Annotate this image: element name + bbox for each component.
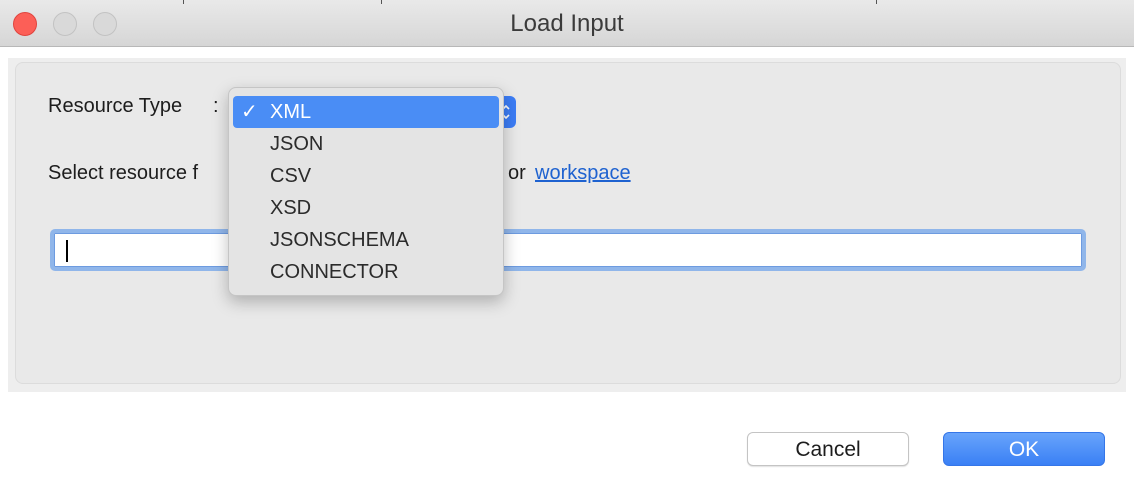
- resource-type-dropdown-menu: ✓ XML JSON CSV XSD JSONSCHEMA CONNECTOR: [228, 87, 504, 296]
- dropdown-item-xsd[interactable]: XSD: [233, 192, 499, 224]
- cancel-button[interactable]: Cancel: [747, 432, 909, 466]
- text-caret: [66, 240, 68, 262]
- dropdown-item-csv[interactable]: CSV: [233, 160, 499, 192]
- dropdown-item-xml[interactable]: ✓ XML: [233, 96, 499, 128]
- dropdown-item-connector[interactable]: CONNECTOR: [233, 256, 499, 288]
- dropdown-item-label: CONNECTOR: [270, 261, 399, 283]
- dropdown-item-label: JSONSCHEMA: [270, 229, 409, 251]
- dropdown-item-json[interactable]: JSON: [233, 128, 499, 160]
- resource-type-colon: :: [213, 95, 219, 117]
- dropdown-item-label: CSV: [270, 165, 312, 187]
- title-bar: Load Input: [0, 0, 1134, 47]
- dropdown-item-jsonschema[interactable]: JSONSCHEMA: [233, 224, 499, 256]
- resource-type-label: Resource Type: [48, 95, 183, 117]
- window-title: Load Input: [510, 10, 624, 37]
- select-resource-label: Select resource f: [48, 162, 199, 184]
- ok-button[interactable]: OK: [943, 432, 1105, 466]
- or-label: or: [508, 162, 526, 184]
- dropdown-item-label: XML: [270, 101, 312, 123]
- resource-path-input[interactable]: [50, 229, 1086, 271]
- checkmark-icon: ✓: [241, 101, 258, 123]
- dropdown-item-label: JSON: [270, 133, 324, 155]
- dropdown-item-label: XSD: [270, 197, 312, 219]
- workspace-link[interactable]: workspace: [535, 162, 631, 185]
